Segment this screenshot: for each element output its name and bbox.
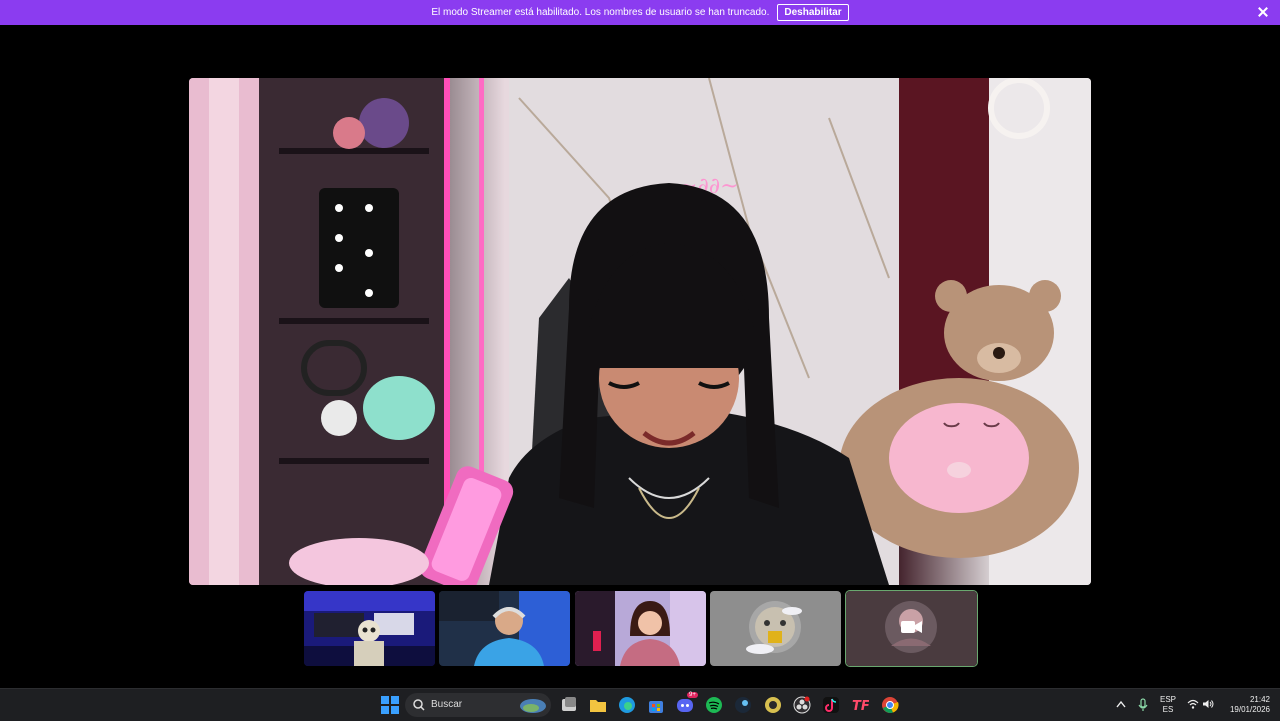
camera-icon — [901, 621, 922, 633]
participant-video — [304, 591, 435, 666]
svg-text:TF: TF — [852, 699, 869, 714]
participant-tile[interactable] — [439, 591, 570, 666]
wifi-icon[interactable] — [1187, 699, 1199, 709]
language-bottom: ES — [1162, 705, 1174, 714]
tiktok-icon[interactable] — [822, 696, 840, 714]
clock-time: 21:42 — [1249, 695, 1270, 704]
language-top: ESP — [1159, 695, 1176, 704]
obs-icon[interactable] — [793, 696, 811, 714]
search-icon — [413, 699, 425, 711]
app-icon[interactable] — [764, 696, 782, 714]
search-box[interactable]: Buscar — [405, 693, 551, 717]
disable-streamer-mode-button[interactable]: Deshabilitar — [777, 4, 849, 21]
participant-tile[interactable] — [304, 591, 435, 666]
participant-tile[interactable] — [710, 591, 841, 666]
discord-icon[interactable] — [676, 696, 694, 714]
spotify-icon[interactable] — [705, 696, 723, 714]
task-view-icon[interactable] — [560, 696, 578, 714]
clock-date: 19/01/2026 — [1229, 705, 1270, 714]
language-indicator[interactable]: ESP ES — [1157, 695, 1179, 715]
chrome-icon[interactable] — [881, 696, 899, 714]
main-video-scene: ~∂∂~ — [189, 78, 1091, 585]
participant-video — [439, 591, 570, 666]
streamer-mode-message: El modo Streamer está habilitado. Los no… — [431, 7, 770, 18]
windows-start-icon[interactable] — [381, 696, 399, 714]
participant-tile[interactable] — [575, 591, 706, 666]
file-explorer-icon[interactable] — [589, 696, 607, 714]
microphone-icon[interactable] — [1138, 698, 1148, 712]
clock[interactable]: 21:42 19/01/2026 — [1222, 695, 1270, 715]
chevron-up-icon[interactable] — [1116, 700, 1126, 708]
taskbar: Buscar 9+ TF ESP ES 21:42 19/01/2026 — [0, 688, 1280, 721]
steam-icon[interactable] — [734, 696, 752, 714]
streamer-mode-banner: El modo Streamer está habilitado. Los no… — [0, 0, 1280, 25]
participant-video — [575, 591, 706, 666]
participant-avatar — [710, 591, 841, 666]
main-video-feed[interactable]: ~∂∂~ — [189, 78, 1091, 585]
discord-badge: 9+ — [687, 692, 698, 698]
volume-icon[interactable] — [1202, 699, 1214, 709]
tf-icon[interactable]: TF — [851, 696, 869, 714]
search-label: Buscar — [431, 699, 463, 710]
edge-icon[interactable] — [618, 696, 636, 714]
widgets-icon — [520, 699, 546, 713]
participant-tile-active[interactable] — [845, 590, 978, 667]
close-icon[interactable] — [1256, 5, 1270, 19]
store-icon[interactable] — [647, 696, 665, 714]
